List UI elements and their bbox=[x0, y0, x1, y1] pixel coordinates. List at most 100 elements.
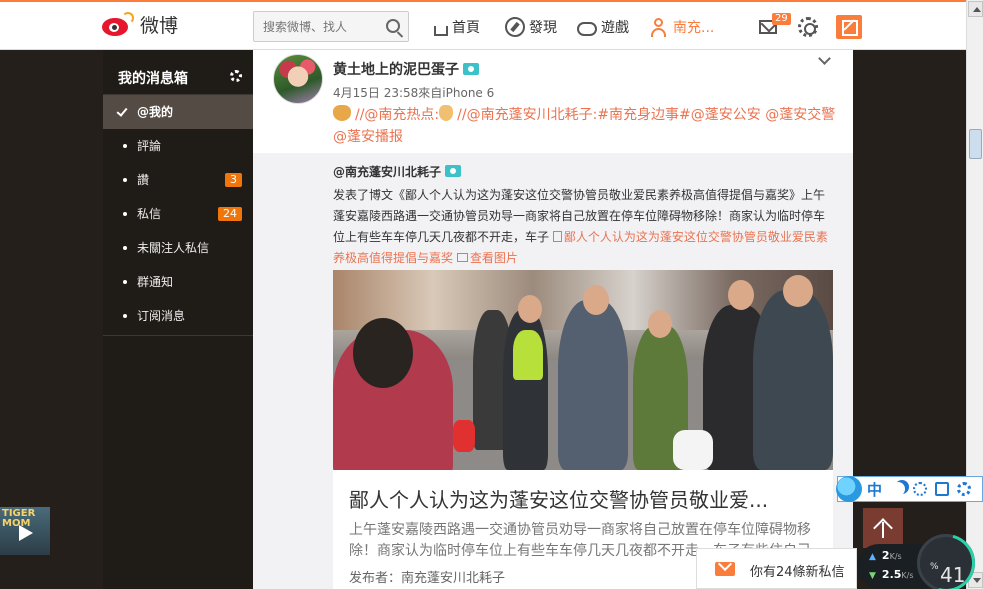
nav-home-label: 首頁 bbox=[452, 20, 480, 36]
repost-text: 发表了博文《鄙人个人认为这为蓬安这位交警协管员敬业爱民素养极高值得提倡与嘉奖》上… bbox=[333, 185, 833, 269]
repost-author[interactable]: @南充蓬安川北耗子 bbox=[333, 163, 462, 180]
photo-white-bag bbox=[673, 430, 713, 470]
video-ad-thumbnail[interactable]: TIGER MOM bbox=[0, 507, 50, 555]
photo-figure-head bbox=[583, 285, 609, 315]
sidebar-item-comments[interactable]: 評論 bbox=[103, 129, 253, 163]
sidebar-settings-icon[interactable] bbox=[230, 70, 242, 82]
sidebar-item-label: 私信 bbox=[137, 207, 162, 221]
view-image-link[interactable]: 查看图片 bbox=[456, 251, 518, 265]
sidebar-title: 我的消息箱 bbox=[103, 50, 253, 95]
cpu-value: 41% bbox=[930, 550, 965, 587]
sidebar-item-stranger-messages[interactable]: 未關注人私信 bbox=[103, 231, 253, 265]
compose-button[interactable] bbox=[836, 15, 862, 39]
mail-badge: 29 bbox=[772, 13, 791, 25]
sidebar-item-messages[interactable]: 私信 24 bbox=[103, 197, 253, 231]
bullet-icon bbox=[123, 144, 127, 148]
search-icon[interactable] bbox=[386, 19, 400, 33]
camera-icon bbox=[463, 63, 479, 75]
settings-gear-icon[interactable] bbox=[798, 17, 818, 37]
notification-text[interactable]: 你有24條新私信 bbox=[750, 561, 845, 580]
sidebar-item-label: 評論 bbox=[137, 139, 162, 153]
top-nav: 微博 首頁 發現 遊戲 南充... 29 bbox=[0, 0, 966, 50]
upload-arrow-icon: ▲ bbox=[869, 552, 876, 562]
photo-figure-head bbox=[353, 318, 413, 388]
post-meta: 4月15日 23:58來自iPhone 6 bbox=[333, 86, 495, 100]
download-unit: K/s bbox=[901, 571, 914, 580]
download-arrow-icon: ▼ bbox=[869, 571, 876, 581]
post-text: //@南充热点://@南充蓬安川北耗子:#南充身边事#@蓬安公安 @蓬安交警 @… bbox=[333, 104, 838, 148]
compass-icon bbox=[505, 17, 525, 37]
sidebar-item-likes[interactable]: 讚 3 bbox=[103, 163, 253, 197]
article-card-publisher: 发布者：南充蓬安川北耗子 bbox=[349, 571, 506, 586]
upload-value: 2 bbox=[881, 549, 890, 562]
sidebar-item-at-me[interactable]: @我的 bbox=[103, 95, 253, 129]
punctuation-icon[interactable] bbox=[913, 482, 928, 496]
message-sidebar: 我的消息箱 @我的 評論 讚 3 私信 24 未關注人私信 群通知 订阅消息 bbox=[103, 50, 253, 589]
envelope-icon bbox=[715, 562, 735, 576]
nav-games-label: 遊戲 bbox=[601, 20, 629, 36]
nav-user[interactable]: 南充... bbox=[649, 16, 714, 38]
weibo-logo[interactable]: 微博 bbox=[100, 10, 178, 38]
upload-speed: ▲ 2K/s bbox=[869, 549, 902, 562]
bullet-icon bbox=[123, 280, 127, 284]
photo-figure-head bbox=[783, 275, 813, 307]
back-to-top-button[interactable] bbox=[863, 508, 903, 548]
bullet-icon bbox=[123, 178, 127, 182]
sidebar-item-group-notices[interactable]: 群通知 bbox=[103, 265, 253, 299]
photo-figure bbox=[753, 290, 833, 470]
feed-post: 黄土地上的泥巴蛋子 4月15日 23:58來自iPhone 6 //@南充热点:… bbox=[253, 50, 853, 589]
cpu-unit: % bbox=[930, 562, 939, 572]
nav-discover-label: 發現 bbox=[529, 20, 557, 36]
view-image-text[interactable]: 查看图片 bbox=[470, 251, 518, 265]
nav-discover[interactable]: 發現 bbox=[505, 16, 557, 38]
weibo-logo-icon bbox=[100, 10, 136, 38]
bullet-icon bbox=[123, 314, 127, 318]
download-value: 2.5 bbox=[881, 568, 902, 581]
nav-home[interactable]: 首頁 bbox=[434, 16, 480, 38]
chevron-down-icon[interactable] bbox=[818, 52, 831, 65]
skin-icon[interactable] bbox=[935, 482, 950, 496]
user-icon bbox=[649, 17, 669, 37]
messages-count-badge: 24 bbox=[218, 207, 242, 221]
sidebar-item-label: @我的 bbox=[137, 105, 174, 119]
thumbs-up-icon bbox=[439, 105, 454, 121]
article-photo[interactable] bbox=[333, 270, 833, 470]
cpu-number: 41 bbox=[940, 563, 966, 587]
play-icon[interactable] bbox=[19, 525, 33, 541]
emoji-icon bbox=[333, 105, 351, 121]
ime-settings-icon[interactable] bbox=[957, 482, 972, 496]
upload-unit: K/s bbox=[889, 552, 902, 561]
download-speed: ▼ 2.5K/s bbox=[869, 568, 914, 581]
ime-toolbar[interactable]: 中 bbox=[836, 476, 983, 502]
scroll-up-arrow-icon[interactable] bbox=[968, 1, 983, 17]
bullet-icon bbox=[123, 246, 127, 250]
photo-figure-head bbox=[518, 295, 542, 323]
image-icon bbox=[456, 253, 468, 262]
sidebar-item-label: 未關注人私信 bbox=[137, 241, 210, 255]
nav-user-label: 南充... bbox=[673, 20, 715, 36]
scroll-thumb[interactable] bbox=[969, 129, 982, 159]
gamepad-icon bbox=[577, 21, 597, 36]
repost-author-name[interactable]: @南充蓬安川北耗子 bbox=[333, 165, 441, 179]
post-text-part1[interactable]: //@南充热点: bbox=[355, 107, 439, 123]
ime-mode-label[interactable]: 中 bbox=[867, 479, 882, 500]
post-author[interactable]: 黄土地上的泥巴蛋子 bbox=[333, 59, 479, 79]
logo-text: 微博 bbox=[140, 14, 179, 37]
new-message-notification[interactable]: 你有24條新私信 bbox=[696, 548, 857, 589]
article-card-title[interactable]: 鄙人个人认为这为蓬安这位交警协管员敬业爱... bbox=[349, 484, 819, 513]
photo-figure-head bbox=[648, 310, 672, 338]
nav-games[interactable]: 遊戲 bbox=[577, 16, 629, 38]
document-icon bbox=[552, 231, 562, 242]
search-input[interactable] bbox=[254, 12, 374, 41]
moon-icon[interactable] bbox=[891, 482, 905, 496]
sidebar-divider bbox=[103, 335, 253, 336]
check-icon bbox=[116, 105, 128, 117]
likes-count-badge: 3 bbox=[225, 173, 242, 187]
cpu-gauge[interactable]: 41% bbox=[906, 523, 983, 589]
sidebar-item-label: 讚 bbox=[137, 173, 150, 187]
avatar[interactable] bbox=[273, 54, 323, 104]
search-box bbox=[253, 11, 409, 42]
ime-logo-icon bbox=[836, 476, 862, 502]
post-author-name[interactable]: 黄土地上的泥巴蛋子 bbox=[333, 62, 459, 78]
sidebar-item-subscriptions[interactable]: 订阅消息 bbox=[103, 299, 253, 333]
